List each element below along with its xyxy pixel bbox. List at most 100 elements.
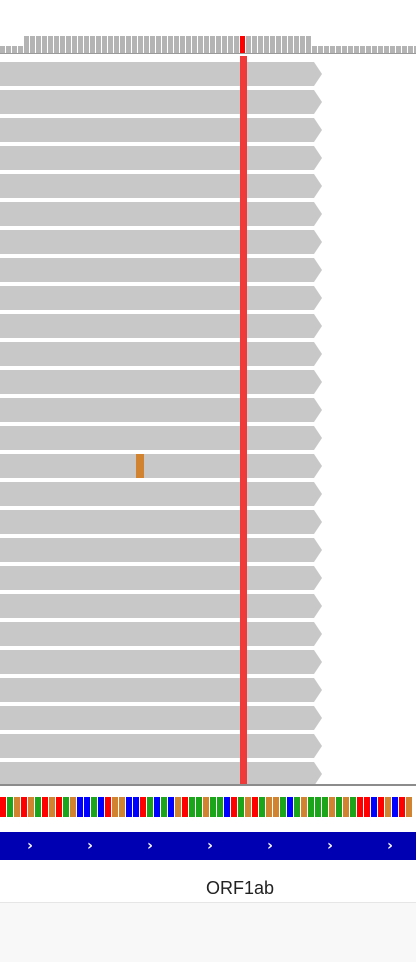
reference-base[interactable] [322, 797, 328, 817]
aligned-read[interactable] [0, 706, 322, 730]
coverage-bar[interactable] [120, 36, 125, 53]
coverage-bar[interactable] [180, 36, 185, 53]
reference-base[interactable] [126, 797, 132, 817]
coverage-bar[interactable] [138, 36, 143, 53]
gene-track[interactable]: › › › › › › › ORF1ab [0, 820, 416, 902]
coverage-bar[interactable] [234, 36, 239, 53]
coverage-bar[interactable] [270, 36, 275, 53]
reference-base[interactable] [245, 797, 251, 817]
reference-base[interactable] [231, 797, 237, 817]
coverage-bar[interactable] [90, 36, 95, 53]
coverage-bar[interactable] [114, 36, 119, 53]
coverage-bar[interactable] [204, 36, 209, 53]
coverage-bar[interactable] [186, 36, 191, 53]
coverage-bar[interactable] [36, 36, 41, 53]
aligned-read[interactable] [0, 482, 322, 506]
coverage-bar[interactable] [150, 36, 155, 53]
aligned-read[interactable] [0, 90, 322, 114]
reference-base[interactable] [287, 797, 293, 817]
reference-base[interactable] [105, 797, 111, 817]
reference-base[interactable] [378, 797, 384, 817]
reference-base[interactable] [371, 797, 377, 817]
gene-feature-orf1ab[interactable]: › › › › › › › [0, 832, 416, 860]
coverage-bar[interactable] [282, 36, 287, 53]
coverage-bar[interactable] [294, 36, 299, 53]
reference-base[interactable] [224, 797, 230, 817]
coverage-bar[interactable] [336, 46, 341, 53]
coverage-bar[interactable] [72, 36, 77, 53]
reference-base[interactable] [273, 797, 279, 817]
reference-base[interactable] [357, 797, 363, 817]
coverage-bar[interactable] [288, 36, 293, 53]
aligned-read[interactable] [0, 454, 322, 478]
reference-base[interactable] [168, 797, 174, 817]
reference-base[interactable] [140, 797, 146, 817]
reference-base[interactable] [133, 797, 139, 817]
coverage-bar[interactable] [324, 46, 329, 53]
reference-base[interactable] [161, 797, 167, 817]
coverage-bar[interactable] [30, 36, 35, 53]
coverage-track[interactable] [0, 0, 416, 56]
coverage-bar[interactable] [396, 46, 401, 53]
coverage-bar[interactable] [192, 36, 197, 53]
reference-base[interactable] [392, 797, 398, 817]
coverage-bar[interactable] [108, 36, 113, 53]
reference-base[interactable] [329, 797, 335, 817]
coverage-bar[interactable] [300, 36, 305, 53]
reference-base[interactable] [154, 797, 160, 817]
aligned-read[interactable] [0, 342, 322, 366]
read-mismatch-base-T[interactable] [240, 56, 247, 786]
aligned-read[interactable] [0, 146, 322, 170]
alignment-track[interactable] [0, 56, 416, 786]
reference-base[interactable] [301, 797, 307, 817]
reference-base[interactable] [49, 797, 55, 817]
reference-base[interactable] [175, 797, 181, 817]
coverage-bar[interactable] [348, 46, 353, 53]
coverage-bar[interactable] [144, 36, 149, 53]
reference-base[interactable] [63, 797, 69, 817]
aligned-read[interactable] [0, 538, 322, 562]
reference-base[interactable] [315, 797, 321, 817]
coverage-bar[interactable] [84, 36, 89, 53]
reference-base[interactable] [147, 797, 153, 817]
reference-base[interactable] [0, 797, 6, 817]
reference-base[interactable] [56, 797, 62, 817]
reference-base[interactable] [406, 797, 412, 817]
coverage-bar[interactable] [228, 36, 233, 53]
aligned-read[interactable] [0, 202, 322, 226]
reference-base[interactable] [28, 797, 34, 817]
coverage-bar[interactable] [126, 36, 131, 53]
reference-base[interactable] [336, 797, 342, 817]
coverage-bar[interactable] [156, 36, 161, 53]
aligned-read[interactable] [0, 734, 322, 758]
reference-base[interactable] [84, 797, 90, 817]
coverage-bar[interactable] [378, 46, 383, 53]
coverage-bar[interactable] [276, 36, 281, 53]
coverage-bar[interactable] [408, 46, 413, 53]
reference-base[interactable] [210, 797, 216, 817]
aligned-read[interactable] [0, 678, 322, 702]
aligned-read[interactable] [0, 622, 322, 646]
reference-base[interactable] [203, 797, 209, 817]
reference-base[interactable] [91, 797, 97, 817]
coverage-bar[interactable] [78, 36, 83, 53]
aligned-read[interactable] [0, 370, 322, 394]
coverage-bar[interactable] [354, 46, 359, 53]
coverage-bar[interactable] [330, 46, 335, 53]
coverage-bar[interactable] [102, 36, 107, 53]
coverage-bar[interactable] [312, 46, 317, 53]
aligned-read[interactable] [0, 398, 322, 422]
reference-base[interactable] [196, 797, 202, 817]
read-mismatch-base-G[interactable] [136, 454, 144, 478]
coverage-bar[interactable] [198, 36, 203, 53]
coverage-bar[interactable] [24, 36, 29, 53]
coverage-bar[interactable] [132, 36, 137, 53]
coverage-bar[interactable] [258, 36, 263, 53]
coverage-bar[interactable] [96, 36, 101, 53]
aligned-read[interactable] [0, 258, 322, 282]
coverage-bar[interactable] [60, 36, 65, 53]
coverage-bar[interactable] [6, 46, 11, 53]
coverage-bar[interactable] [54, 36, 59, 53]
reference-base[interactable] [182, 797, 188, 817]
reference-base[interactable] [399, 797, 405, 817]
